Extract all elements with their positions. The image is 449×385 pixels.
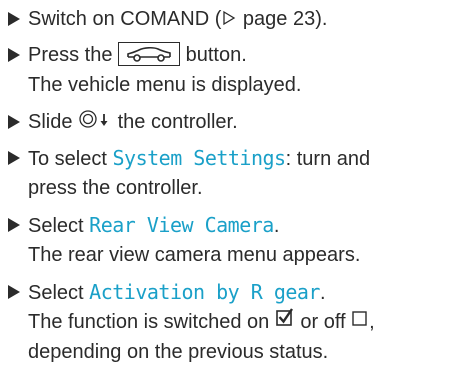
step-text: Slide xyxy=(28,111,79,133)
step-text: Select xyxy=(28,215,90,237)
checkbox-checked-icon xyxy=(275,308,295,338)
step-result: or off xyxy=(294,311,352,333)
step-text: Select xyxy=(28,282,90,304)
step-result: The rear view camera menu appears. xyxy=(28,244,361,266)
menu-item-activation-by-r-gear: Activation by R gear xyxy=(89,280,320,304)
step-result: , xyxy=(369,311,375,333)
bullet-icon xyxy=(8,210,22,240)
bullet-icon xyxy=(8,40,22,70)
menu-item-rear-view-camera: Rear View Camera xyxy=(89,213,274,237)
step-text-end: the controller. xyxy=(112,111,238,133)
step-text-end: button. xyxy=(180,44,247,66)
step-text-line2: press the controller. xyxy=(28,177,203,199)
step-text: Switch on COMAND ( xyxy=(28,8,222,30)
step-text-end: . xyxy=(319,282,326,304)
menu-item-system-settings: System Settings xyxy=(112,146,286,170)
controller-slide-down-icon xyxy=(78,108,112,138)
page-reference-link[interactable]: page 23). xyxy=(237,8,328,30)
step-result: The function is switched on xyxy=(28,311,275,333)
bullet-icon xyxy=(8,4,22,34)
step-text: To select xyxy=(28,148,113,170)
page-reference-icon xyxy=(221,5,237,35)
step-text: Press the xyxy=(28,44,119,66)
bullet-icon xyxy=(8,143,22,173)
step-result: The vehicle menu is displayed. xyxy=(28,74,302,96)
vehicle-car-icon xyxy=(118,41,181,66)
bullet-icon xyxy=(8,107,22,137)
bullet-icon xyxy=(8,277,22,307)
step-text-end: . xyxy=(273,215,280,237)
checkbox-unchecked-icon xyxy=(351,308,369,338)
step-text-end: : turn and xyxy=(285,148,371,170)
step-result-line2: depending on the previous status. xyxy=(28,341,329,363)
